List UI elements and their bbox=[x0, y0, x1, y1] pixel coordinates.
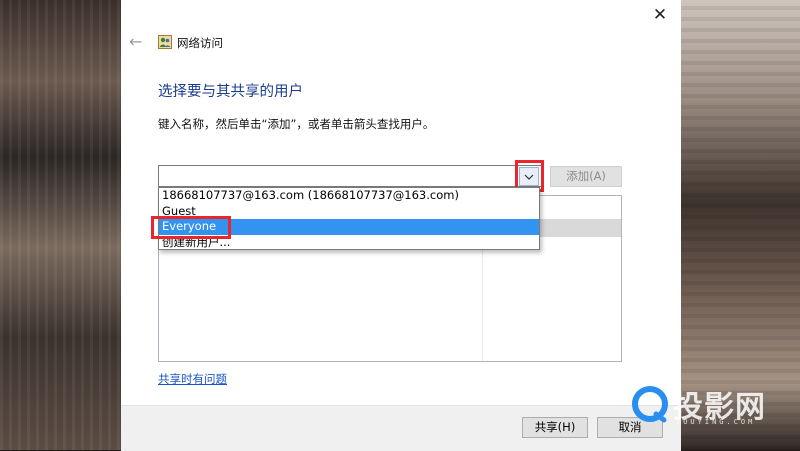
desktop-background-left bbox=[0, 0, 121, 450]
watermark: 投影网 TOUYING.COM bbox=[630, 382, 780, 432]
add-button[interactable]: 添加(A) bbox=[550, 166, 622, 187]
back-arrow-icon[interactable]: ← bbox=[129, 32, 142, 51]
watermark-subtext: TOUYING.COM bbox=[676, 418, 756, 426]
annotation-box-everyone bbox=[151, 216, 231, 239]
user-name-combobox[interactable] bbox=[158, 165, 542, 187]
window-title: 网络访问 bbox=[177, 36, 223, 50]
dropdown-option-account[interactable]: 18668107737@163.com (18668107737@163.com… bbox=[159, 188, 539, 204]
users-icon bbox=[158, 35, 172, 49]
network-access-dialog: ✕ ← 网络访问 选择要与其共享的用户 键入名称，然后单击“添加”，或者单击箭头… bbox=[121, 0, 681, 451]
share-button[interactable]: 共享(H) bbox=[522, 417, 588, 438]
page-heading: 选择要与其共享的用户 bbox=[158, 84, 303, 100]
dialog-footer: 共享(H) 取消 bbox=[121, 405, 681, 451]
close-icon[interactable]: ✕ bbox=[647, 4, 673, 26]
help-link[interactable]: 共享时有问题 bbox=[158, 371, 227, 387]
instruction-text: 键入名称，然后单击“添加”，或者单击箭头查找用户。 bbox=[158, 117, 435, 131]
watermark-logo-icon bbox=[632, 386, 668, 423]
